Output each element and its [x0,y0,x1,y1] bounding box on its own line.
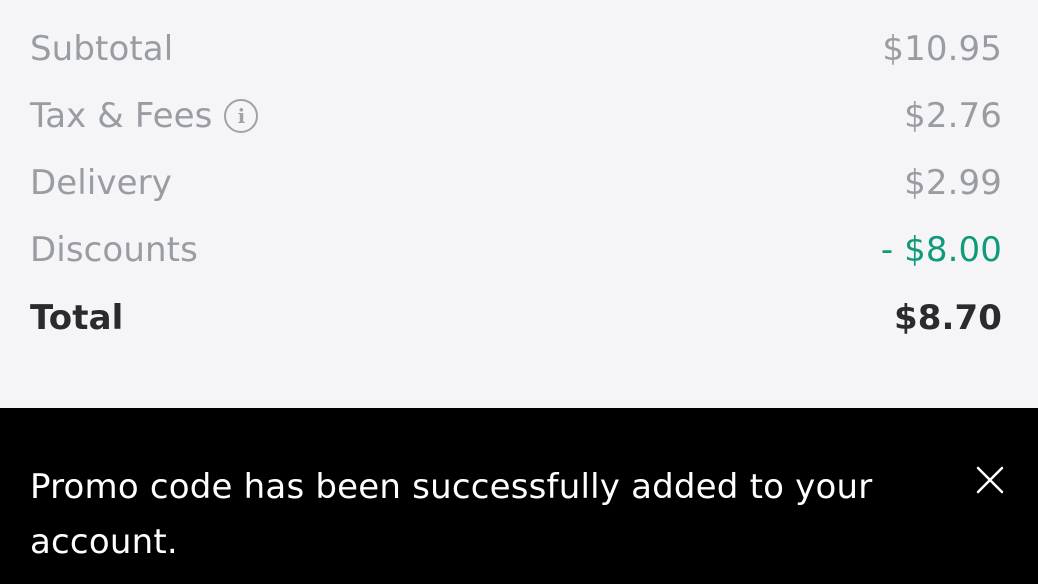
total-label: Total [30,298,124,338]
summary-row-subtotal: Subtotal $10.95 [30,24,1002,74]
total-value: $8.70 [893,298,1002,338]
summary-row-total: Total $8.70 [30,293,1002,343]
summary-label-wrap: Discounts [30,233,198,267]
summary-label-wrap: Delivery [30,166,172,200]
subtotal-label: Subtotal [30,29,174,69]
delivery-label: Delivery [30,163,172,203]
summary-row-tax-fees: Tax & Fees i $2.76 [30,91,1002,141]
toast-message: Promo code has been successfully added t… [30,467,873,562]
tax-fees-value: $2.76 [904,96,1002,136]
summary-label-wrap: Tax & Fees i [30,96,259,136]
summary-label-wrap: Total [30,301,123,335]
subtotal-value: $10.95 [882,29,1002,69]
discounts-value: - $8.00 [880,230,1002,270]
summary-label-wrap: Subtotal [30,32,173,66]
promo-toast: Promo code has been successfully added t… [0,408,1038,584]
info-icon[interactable]: i [224,99,259,133]
tax-fees-label: Tax & Fees [30,96,213,136]
discounts-label: Discounts [30,230,198,270]
order-summary: Subtotal $10.95 Tax & Fees i $2.76 Deliv… [0,0,1038,408]
close-icon[interactable] [976,466,1004,494]
summary-row-delivery: Delivery $2.99 [30,158,1002,208]
delivery-value: $2.99 [904,163,1002,203]
summary-row-discounts: Discounts - $8.00 [30,225,1002,275]
